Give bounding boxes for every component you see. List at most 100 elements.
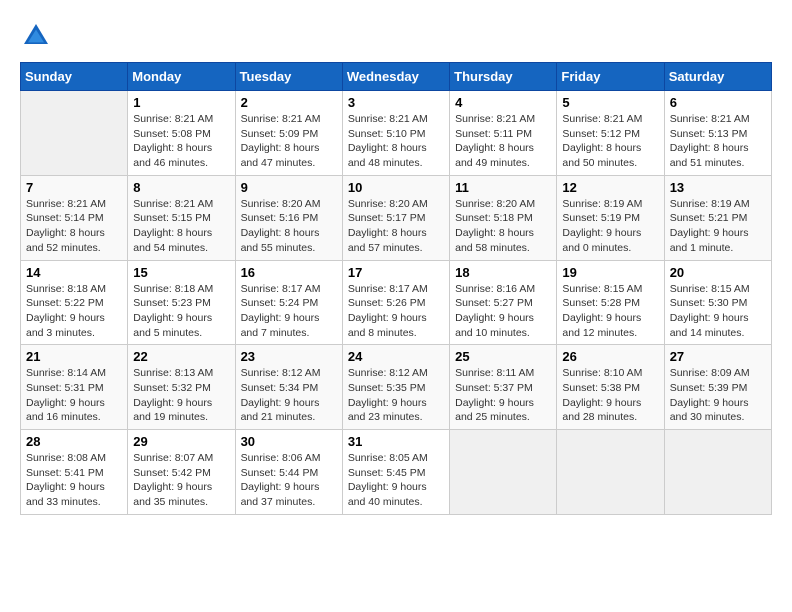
header-row: SundayMondayTuesdayWednesdayThursdayFrid… (21, 63, 772, 91)
page-header (20, 20, 772, 52)
day-info: Sunrise: 8:09 AMSunset: 5:39 PMDaylight:… (670, 366, 766, 425)
header-saturday: Saturday (664, 63, 771, 91)
day-number: 18 (455, 265, 551, 280)
calendar-cell: 24 Sunrise: 8:12 AMSunset: 5:35 PMDayligh… (342, 345, 449, 430)
day-number: 20 (670, 265, 766, 280)
header-thursday: Thursday (450, 63, 557, 91)
calendar-cell (664, 430, 771, 515)
day-number: 30 (241, 434, 337, 449)
day-info: Sunrise: 8:21 AMSunset: 5:15 PMDaylight:… (133, 197, 229, 256)
day-info: Sunrise: 8:17 AMSunset: 5:26 PMDaylight:… (348, 282, 444, 341)
calendar-cell: 20 Sunrise: 8:15 AMSunset: 5:30 PMDayligh… (664, 260, 771, 345)
logo (20, 20, 56, 52)
header-sunday: Sunday (21, 63, 128, 91)
day-info: Sunrise: 8:05 AMSunset: 5:45 PMDaylight:… (348, 451, 444, 510)
calendar-cell: 1 Sunrise: 8:21 AMSunset: 5:08 PMDaylight… (128, 91, 235, 176)
calendar-cell: 13 Sunrise: 8:19 AMSunset: 5:21 PMDayligh… (664, 175, 771, 260)
calendar-table: SundayMondayTuesdayWednesdayThursdayFrid… (20, 62, 772, 515)
calendar-cell: 31 Sunrise: 8:05 AMSunset: 5:45 PMDayligh… (342, 430, 449, 515)
calendar-cell (450, 430, 557, 515)
day-info: Sunrise: 8:21 AMSunset: 5:10 PMDaylight:… (348, 112, 444, 171)
calendar-cell: 12 Sunrise: 8:19 AMSunset: 5:19 PMDayligh… (557, 175, 664, 260)
day-number: 10 (348, 180, 444, 195)
day-info: Sunrise: 8:07 AMSunset: 5:42 PMDaylight:… (133, 451, 229, 510)
calendar-cell: 10 Sunrise: 8:20 AMSunset: 5:17 PMDayligh… (342, 175, 449, 260)
calendar-cell: 7 Sunrise: 8:21 AMSunset: 5:14 PMDaylight… (21, 175, 128, 260)
day-number: 27 (670, 349, 766, 364)
calendar-cell: 15 Sunrise: 8:18 AMSunset: 5:23 PMDayligh… (128, 260, 235, 345)
calendar-cell: 25 Sunrise: 8:11 AMSunset: 5:37 PMDayligh… (450, 345, 557, 430)
day-info: Sunrise: 8:17 AMSunset: 5:24 PMDaylight:… (241, 282, 337, 341)
day-number: 8 (133, 180, 229, 195)
day-number: 17 (348, 265, 444, 280)
day-number: 15 (133, 265, 229, 280)
day-info: Sunrise: 8:12 AMSunset: 5:34 PMDaylight:… (241, 366, 337, 425)
day-info: Sunrise: 8:18 AMSunset: 5:23 PMDaylight:… (133, 282, 229, 341)
calendar-cell (557, 430, 664, 515)
day-number: 1 (133, 95, 229, 110)
week-row-4: 21 Sunrise: 8:14 AMSunset: 5:31 PMDayligh… (21, 345, 772, 430)
day-info: Sunrise: 8:15 AMSunset: 5:28 PMDaylight:… (562, 282, 658, 341)
day-info: Sunrise: 8:13 AMSunset: 5:32 PMDaylight:… (133, 366, 229, 425)
calendar-cell: 8 Sunrise: 8:21 AMSunset: 5:15 PMDaylight… (128, 175, 235, 260)
day-info: Sunrise: 8:20 AMSunset: 5:18 PMDaylight:… (455, 197, 551, 256)
day-number: 29 (133, 434, 229, 449)
day-info: Sunrise: 8:21 AMSunset: 5:13 PMDaylight:… (670, 112, 766, 171)
day-number: 14 (26, 265, 122, 280)
day-info: Sunrise: 8:14 AMSunset: 5:31 PMDaylight:… (26, 366, 122, 425)
calendar-cell: 16 Sunrise: 8:17 AMSunset: 5:24 PMDayligh… (235, 260, 342, 345)
day-number: 22 (133, 349, 229, 364)
day-number: 25 (455, 349, 551, 364)
day-number: 13 (670, 180, 766, 195)
day-number: 28 (26, 434, 122, 449)
calendar-cell: 30 Sunrise: 8:06 AMSunset: 5:44 PMDayligh… (235, 430, 342, 515)
day-info: Sunrise: 8:19 AMSunset: 5:21 PMDaylight:… (670, 197, 766, 256)
day-info: Sunrise: 8:21 AMSunset: 5:11 PMDaylight:… (455, 112, 551, 171)
calendar-cell: 21 Sunrise: 8:14 AMSunset: 5:31 PMDayligh… (21, 345, 128, 430)
calendar-cell: 4Sunrise: 8:21 AMSunset: 5:11 PMDaylight… (450, 91, 557, 176)
day-number: 11 (455, 180, 551, 195)
day-info: Sunrise: 8:21 AMSunset: 5:08 PMDaylight:… (133, 112, 229, 171)
calendar-cell: 22 Sunrise: 8:13 AMSunset: 5:32 PMDayligh… (128, 345, 235, 430)
calendar-cell: 23 Sunrise: 8:12 AMSunset: 5:34 PMDayligh… (235, 345, 342, 430)
day-number: 24 (348, 349, 444, 364)
day-info: Sunrise: 8:20 AMSunset: 5:17 PMDaylight:… (348, 197, 444, 256)
day-number: 31 (348, 434, 444, 449)
day-info: Sunrise: 8:20 AMSunset: 5:16 PMDaylight:… (241, 197, 337, 256)
calendar-cell: 27 Sunrise: 8:09 AMSunset: 5:39 PMDayligh… (664, 345, 771, 430)
calendar-cell: 29 Sunrise: 8:07 AMSunset: 5:42 PMDayligh… (128, 430, 235, 515)
calendar-cell: 11 Sunrise: 8:20 AMSunset: 5:18 PMDayligh… (450, 175, 557, 260)
header-monday: Monday (128, 63, 235, 91)
day-number: 23 (241, 349, 337, 364)
day-number: 21 (26, 349, 122, 364)
calendar-cell: 17 Sunrise: 8:17 AMSunset: 5:26 PMDayligh… (342, 260, 449, 345)
header-wednesday: Wednesday (342, 63, 449, 91)
day-number: 12 (562, 180, 658, 195)
day-info: Sunrise: 8:08 AMSunset: 5:41 PMDaylight:… (26, 451, 122, 510)
day-info: Sunrise: 8:18 AMSunset: 5:22 PMDaylight:… (26, 282, 122, 341)
day-number: 5 (562, 95, 658, 110)
calendar-cell (21, 91, 128, 176)
calendar-cell: 28 Sunrise: 8:08 AMSunset: 5:41 PMDayligh… (21, 430, 128, 515)
day-info: Sunrise: 8:21 AMSunset: 5:12 PMDaylight:… (562, 112, 658, 171)
calendar-cell: 5 Sunrise: 8:21 AMSunset: 5:12 PMDaylight… (557, 91, 664, 176)
day-number: 9 (241, 180, 337, 195)
week-row-3: 14 Sunrise: 8:18 AMSunset: 5:22 PMDayligh… (21, 260, 772, 345)
day-info: Sunrise: 8:16 AMSunset: 5:27 PMDaylight:… (455, 282, 551, 341)
day-info: Sunrise: 8:15 AMSunset: 5:30 PMDaylight:… (670, 282, 766, 341)
calendar-cell: 26Sunrise: 8:10 AMSunset: 5:38 PMDayligh… (557, 345, 664, 430)
day-number: 6 (670, 95, 766, 110)
header-friday: Friday (557, 63, 664, 91)
day-info: Sunrise: 8:11 AMSunset: 5:37 PMDaylight:… (455, 366, 551, 425)
day-number: 16 (241, 265, 337, 280)
calendar-cell: 2Sunrise: 8:21 AMSunset: 5:09 PMDaylight… (235, 91, 342, 176)
week-row-2: 7 Sunrise: 8:21 AMSunset: 5:14 PMDaylight… (21, 175, 772, 260)
day-info: Sunrise: 8:21 AMSunset: 5:14 PMDaylight:… (26, 197, 122, 256)
calendar-cell: 14 Sunrise: 8:18 AMSunset: 5:22 PMDayligh… (21, 260, 128, 345)
day-number: 7 (26, 180, 122, 195)
day-info: Sunrise: 8:06 AMSunset: 5:44 PMDaylight:… (241, 451, 337, 510)
day-info: Sunrise: 8:12 AMSunset: 5:35 PMDaylight:… (348, 366, 444, 425)
week-row-5: 28 Sunrise: 8:08 AMSunset: 5:41 PMDayligh… (21, 430, 772, 515)
day-info: Sunrise: 8:19 AMSunset: 5:19 PMDaylight:… (562, 197, 658, 256)
header-tuesday: Tuesday (235, 63, 342, 91)
